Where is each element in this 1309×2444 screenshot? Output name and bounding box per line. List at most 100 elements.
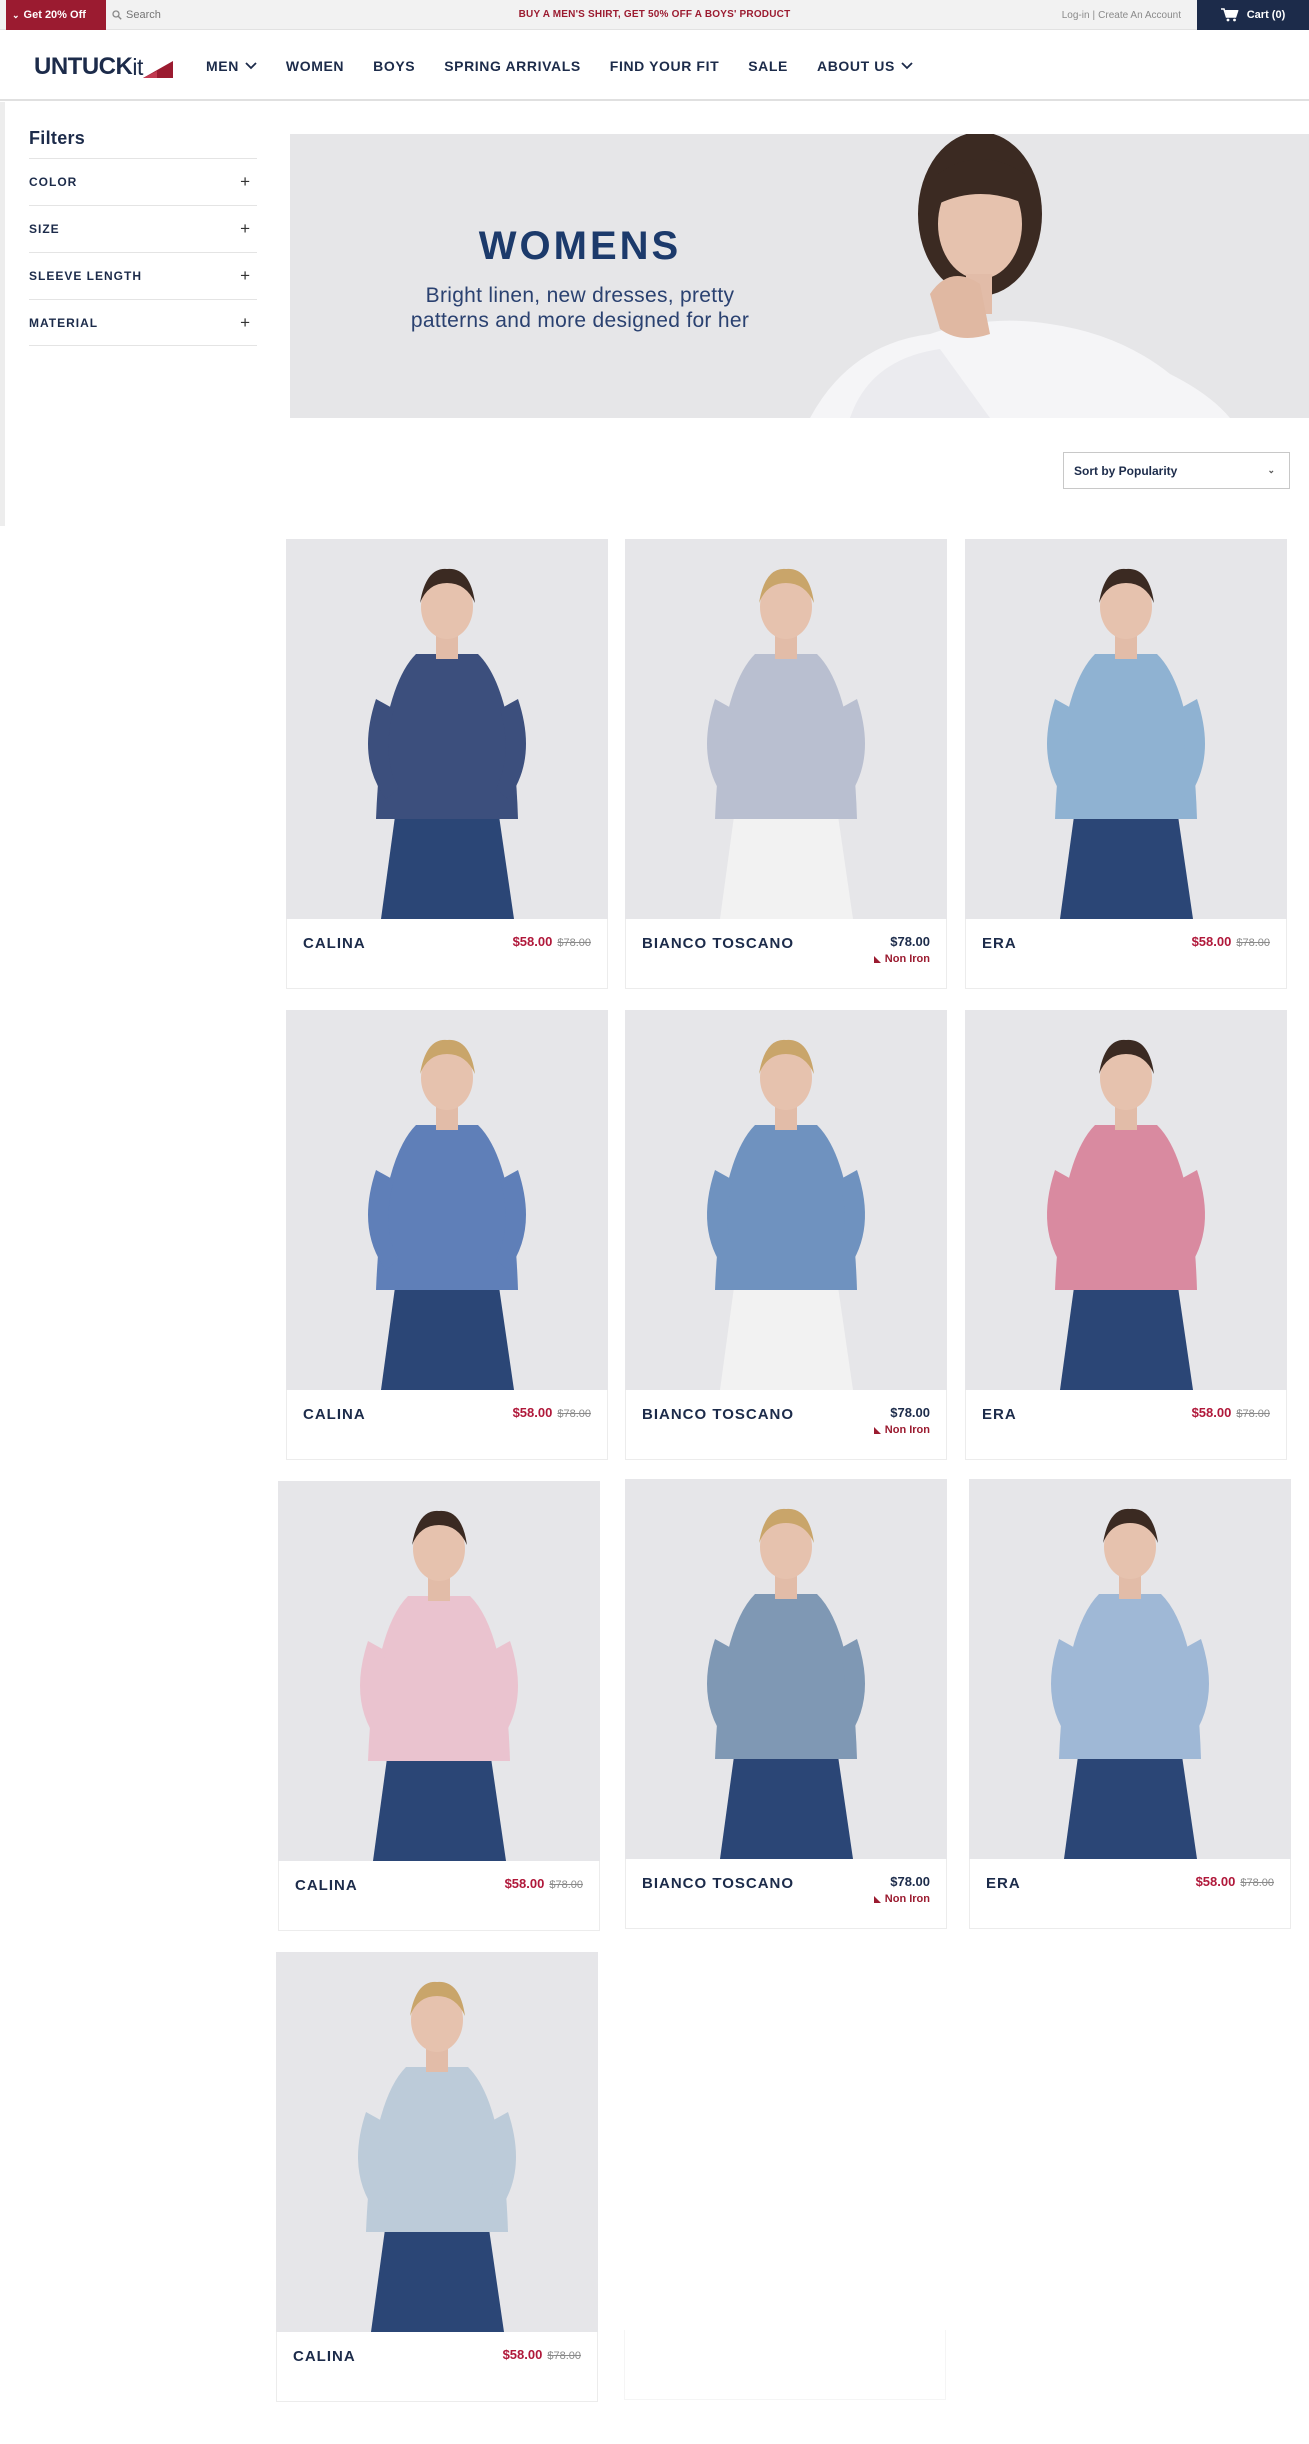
model-figure: [969, 1479, 1291, 1859]
nav-item-boys[interactable]: BOYS: [373, 58, 415, 74]
hero-title: WOMENS: [478, 224, 682, 268]
nav-item-women[interactable]: WOMEN: [286, 58, 344, 74]
product-card[interactable]: BIANCO TOSCANO $78.00 Non Iron: [625, 539, 947, 989]
nav-item-sale[interactable]: SALE: [748, 58, 788, 74]
product-card[interactable]: ERA $58.00 $78.00: [969, 1479, 1291, 1929]
badge-label: Non Iron: [884, 1424, 930, 1436]
nav-item-about-us[interactable]: ABOUT US: [817, 58, 913, 74]
product-card[interactable]: CALINA $58.00 $78.00: [286, 1010, 608, 1460]
product-price: $58.00 $78.00: [503, 2347, 581, 2362]
product-card[interactable]: ERA $58.00 $78.00: [965, 1010, 1287, 1460]
filters-title: Filters: [29, 128, 86, 148]
search-input[interactable]: [126, 9, 326, 21]
placeholder-card: [624, 2330, 946, 2400]
product-name: CALINA: [295, 1877, 358, 1894]
create-account-link[interactable]: Create An Account: [1098, 10, 1181, 21]
product-card[interactable]: ERA $58.00 $78.00: [965, 539, 1287, 989]
filter-list: COLOR + SIZE + SLEEVE LENGTH + MATERIAL +: [29, 158, 257, 346]
sale-price: $58.00: [502, 2347, 543, 2362]
product-image: [625, 1010, 947, 1390]
non-iron-badge: Non Iron: [873, 953, 930, 965]
product-info: CALINA $58.00 $78.00: [276, 2332, 598, 2402]
model-figure: [625, 1479, 947, 1859]
product-info: ERA $58.00 $78.00: [969, 1859, 1291, 1929]
product-name: ERA: [986, 1875, 1021, 1892]
model-figure: [276, 1952, 598, 2332]
logo[interactable]: UNTUCK it: [34, 53, 173, 81]
original-price: $78.00: [549, 1879, 583, 1891]
cart-button[interactable]: Cart (0): [1197, 0, 1309, 30]
original-price: $78.00: [1240, 1877, 1274, 1889]
product-image: [278, 1481, 600, 1861]
non-iron-badge: Non Iron: [873, 1893, 930, 1905]
nav-menu: MEN WOMEN BOYS SPRING ARRIVALS FIND YOUR…: [206, 31, 942, 101]
plus-icon: +: [240, 219, 251, 238]
corner-icon: [873, 1895, 881, 1903]
product-card[interactable]: BIANCO TOSCANO $78.00 Non Iron: [625, 1010, 947, 1460]
model-figure: [625, 1010, 947, 1390]
sale-price: $58.00: [512, 1405, 553, 1420]
model-figure: [286, 1010, 608, 1390]
filter-label: COLOR: [29, 175, 78, 189]
cart-label: Cart (0): [1246, 9, 1286, 21]
cart-icon: [1220, 8, 1239, 22]
nav-item-spring-arrivals[interactable]: SPRING ARRIVALS: [444, 58, 581, 74]
product-info: BIANCO TOSCANO $78.00 Non Iron: [625, 1390, 947, 1460]
product-card[interactable]: CALINA $58.00 $78.00: [278, 1481, 600, 1931]
original-price: $78.00: [1236, 937, 1270, 949]
hero-subtitle-line: patterns and more designed for her: [410, 309, 750, 332]
nav-item-label: FIND YOUR FIT: [609, 58, 720, 74]
corner-icon: [873, 1426, 881, 1434]
search-icon: [112, 10, 122, 20]
product-image: [276, 1952, 598, 2332]
sale-price: $58.00: [504, 1876, 545, 1891]
filter-size[interactable]: SIZE +: [29, 205, 257, 252]
model-figure: [278, 1481, 600, 1861]
filter-color[interactable]: COLOR +: [29, 158, 257, 205]
nav-item-label: SALE: [748, 58, 788, 74]
nav-item-find-your-fit[interactable]: FIND YOUR FIT: [610, 58, 719, 74]
product-image: [625, 1479, 947, 1859]
plus-icon: +: [240, 266, 251, 285]
filter-sidebar: Filters COLOR + SIZE + SLEEVE LENGTH + MATE…: [0, 102, 257, 526]
product-price: $58.00 $78.00: [1196, 1874, 1274, 1889]
product-image: [965, 1010, 1287, 1390]
product-info: CALINA $58.00 $78.00: [278, 1861, 600, 1931]
promo-button[interactable]: ⌄ Get 20% Off: [6, 0, 106, 30]
sort-dropdown[interactable]: Sort by Popularity ⌄: [1063, 452, 1290, 489]
product-price: $78.00: [890, 1874, 930, 1889]
main-nav: UNTUCK it MEN WOMEN BOYS SPRING ARRIVALS …: [0, 31, 1309, 101]
product-image: [965, 539, 1287, 919]
product-name: CALINA: [303, 1406, 366, 1423]
hero-text: WOMENS Bright linen, new dresses, pretty…: [290, 224, 870, 333]
filter-sleeve-length[interactable]: SLEEVE LENGTH +: [29, 252, 257, 299]
product-price: $78.00: [890, 934, 930, 949]
filter-material[interactable]: MATERIAL +: [29, 299, 257, 346]
badge-label: Non Iron: [884, 1893, 930, 1905]
original-price: $78.00: [557, 1408, 591, 1420]
nav-item-label: MEN: [206, 58, 239, 74]
sort-label: Sort by Popularity: [1074, 463, 1178, 478]
product-info: ERA $58.00 $78.00: [965, 1390, 1287, 1460]
login-link[interactable]: Log-in: [1062, 10, 1090, 21]
top-bar: ⌄ Get 20% Off BUY A MEN'S SHIRT, GET 50%…: [0, 0, 1309, 30]
product-card[interactable]: CALINA $58.00 $78.00: [276, 1952, 598, 2402]
account-separator: |: [1092, 9, 1096, 21]
product-price: $58.00 $78.00: [1192, 934, 1270, 949]
product-card[interactable]: CALINA $58.00 $78.00: [286, 539, 608, 989]
original-price: $78.00: [1236, 1408, 1270, 1420]
product-image: [286, 539, 608, 919]
hero-subtitle-line: Bright linen, new dresses, pretty: [425, 284, 735, 307]
product-name: BIANCO TOSCANO: [642, 1406, 795, 1423]
product-image: [625, 539, 947, 919]
model-figure: [625, 539, 947, 919]
product-image: [969, 1479, 1291, 1859]
nav-item-label: WOMEN: [285, 58, 345, 74]
filter-label: SIZE: [29, 222, 60, 236]
product-info: ERA $58.00 $78.00: [965, 919, 1287, 989]
model-figure: [965, 539, 1287, 919]
account-links: Log-in | Create An Account: [1062, 0, 1181, 30]
nav-item-men[interactable]: MEN: [206, 58, 257, 74]
product-card[interactable]: BIANCO TOSCANO $78.00 Non Iron: [625, 1479, 947, 1929]
search-box[interactable]: [112, 0, 326, 30]
